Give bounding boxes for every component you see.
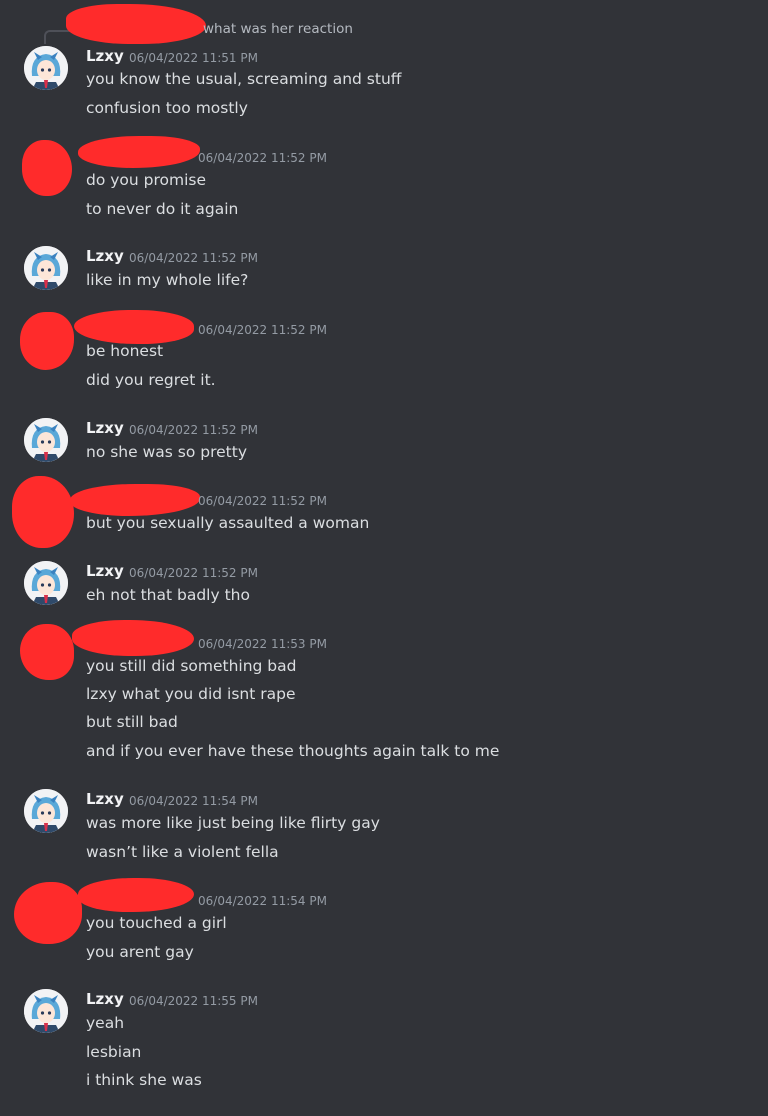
message-text: lesbian (86, 1043, 142, 1061)
message-text: eh not that badly tho (86, 586, 250, 604)
redacted-avatar (20, 624, 74, 680)
redacted-username (78, 136, 200, 168)
redacted-username (72, 620, 194, 656)
message-text: like in my whole life? (86, 271, 249, 289)
message-text: lzxy what you did isnt rape (86, 685, 296, 703)
redacted-username (78, 878, 194, 912)
avatar[interactable] (24, 418, 68, 462)
anime-character-avatar-icon (24, 989, 68, 1033)
message-text: confusion too mostly (86, 99, 248, 117)
anime-character-avatar-icon (24, 789, 68, 833)
avatar[interactable] (24, 561, 68, 605)
message-text: be honest (86, 342, 164, 360)
message-text: but you sexually assaulted a woman (86, 514, 370, 532)
message-text: i think she was (86, 1071, 202, 1089)
redacted-username (74, 310, 194, 344)
redacted-reply-author (66, 4, 206, 44)
avatar[interactable] (24, 246, 68, 290)
timestamp: 06/04/2022 11:53 PM (198, 637, 327, 651)
anime-character-avatar-icon (24, 418, 68, 462)
username[interactable]: Lzxy (86, 247, 124, 265)
username[interactable]: Lzxy (86, 990, 124, 1008)
message-text: but still bad (86, 713, 178, 731)
reply-preview-text[interactable]: what was her reaction (203, 21, 353, 37)
message-text: do you promise (86, 171, 207, 189)
anime-character-avatar-icon (24, 246, 68, 290)
timestamp: 06/04/2022 11:52 PM (129, 566, 258, 580)
timestamp: 06/04/2022 11:51 PM (129, 51, 258, 65)
timestamp: 06/04/2022 11:54 PM (198, 894, 327, 908)
message-text: wasn’t like a violent fella (86, 843, 279, 861)
redacted-avatar (22, 140, 72, 196)
message-text: you know the usual, screaming and stuff (86, 70, 402, 88)
message-text: yeah (86, 1014, 125, 1032)
timestamp: 06/04/2022 11:52 PM (198, 151, 327, 165)
username[interactable]: Lzxy (86, 47, 124, 65)
redacted-avatar (12, 476, 74, 548)
timestamp: 06/04/2022 11:55 PM (129, 994, 258, 1008)
timestamp: 06/04/2022 11:52 PM (129, 251, 258, 265)
message-text: and if you ever have these thoughts agai… (86, 742, 500, 760)
timestamp: 06/04/2022 11:54 PM (129, 794, 258, 808)
timestamp: 06/04/2022 11:52 PM (129, 423, 258, 437)
message-text: you touched a girl (86, 914, 227, 932)
redacted-username (70, 484, 200, 516)
anime-character-avatar-icon (24, 561, 68, 605)
avatar[interactable] (24, 989, 68, 1033)
username[interactable]: Lzxy (86, 419, 124, 437)
message-text: was more like just being like flirty gay (86, 814, 380, 832)
message-text: you arent gay (86, 943, 194, 961)
redacted-avatar (14, 882, 82, 944)
avatar[interactable] (24, 789, 68, 833)
message-text: no she was so pretty (86, 443, 247, 461)
message-text: did you regret it. (86, 371, 216, 389)
timestamp: 06/04/2022 11:52 PM (198, 323, 327, 337)
message-text: you still did something bad (86, 657, 297, 675)
anime-character-avatar-icon (24, 46, 68, 90)
redacted-avatar (20, 312, 74, 370)
username[interactable]: Lzxy (86, 562, 124, 580)
timestamp: 06/04/2022 11:52 PM (198, 494, 327, 508)
username[interactable]: Lzxy (86, 790, 124, 808)
avatar[interactable] (24, 46, 68, 90)
message-text: to never do it again (86, 200, 239, 218)
